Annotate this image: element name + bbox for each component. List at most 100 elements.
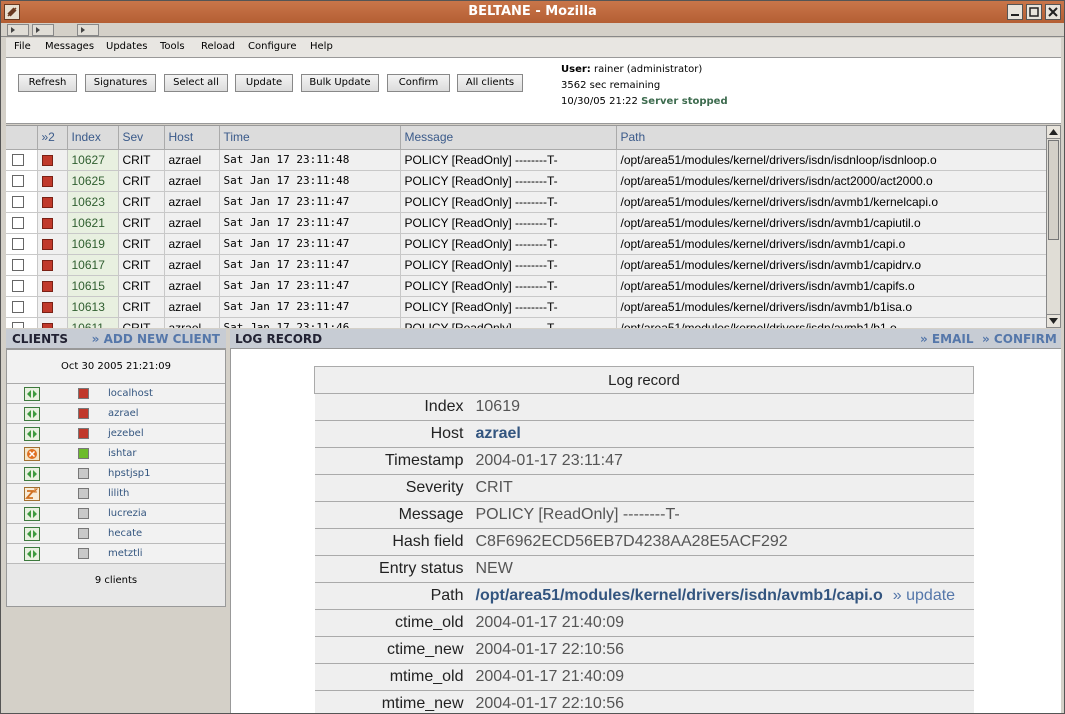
network-icon[interactable] <box>24 527 40 541</box>
table-row[interactable]: 10623 CRIT azrael Sat Jan 17 23:11:47 POLICY… <box>6 191 1046 213</box>
row-index[interactable]: 10615 <box>67 275 119 297</box>
col-host[interactable]: Host <box>164 126 220 150</box>
row-index[interactable]: 10627 <box>67 149 119 171</box>
client-status-indicator <box>78 408 89 419</box>
error-icon[interactable] <box>24 447 40 461</box>
menu-tools[interactable]: Tools <box>160 41 185 52</box>
network-icon[interactable] <box>24 467 40 481</box>
table-scrollbar[interactable] <box>1046 125 1061 328</box>
client-row[interactable]: hpstjsp1 <box>7 464 225 484</box>
confirm-button[interactable]: Confirm <box>387 74 450 92</box>
table-row[interactable]: 10625 CRIT azrael Sat Jan 17 23:11:48 POLICY… <box>6 170 1046 192</box>
signatures-button[interactable]: Signatures <box>85 74 156 92</box>
timestamp-value: 2004-01-17 23:11:47 <box>473 447 974 475</box>
menu-configure[interactable]: Configure <box>248 41 296 52</box>
col-path[interactable]: Path <box>616 126 1046 150</box>
network-icon[interactable] <box>24 427 40 441</box>
client-row[interactable]: azrael <box>7 404 225 424</box>
scroll-up-icon[interactable] <box>1047 126 1060 139</box>
menu-file[interactable]: File <box>14 41 31 52</box>
client-row[interactable]: localhost <box>7 384 225 404</box>
client-name-link[interactable]: lilith <box>108 488 129 499</box>
bulk-update-button[interactable]: Bulk Update <box>301 74 379 92</box>
col-message[interactable]: Message <box>400 126 617 150</box>
ctime-old-value: 2004-01-17 21:40:09 <box>473 609 974 637</box>
table-row[interactable]: 10627 CRIT azrael Sat Jan 17 23:11:48 POLICY… <box>6 149 1046 171</box>
table-row[interactable]: 10617 CRIT azrael Sat Jan 17 23:11:47 POLICY… <box>6 254 1046 276</box>
client-name-link[interactable]: localhost <box>108 388 153 399</box>
tab-arrow-3-icon[interactable] <box>77 24 99 36</box>
client-row[interactable]: hecate <box>7 524 225 544</box>
client-row[interactable]: lilith <box>7 484 225 504</box>
menu-messages[interactable]: Messages <box>45 41 94 52</box>
row-host: azrael <box>164 233 220 255</box>
all-clients-button[interactable]: All clients <box>457 74 523 92</box>
col-time[interactable]: Time <box>219 126 401 150</box>
row-checkbox[interactable] <box>12 301 24 314</box>
row-index[interactable]: 10617 <box>67 254 119 276</box>
email-link[interactable]: » EMAIL <box>920 332 973 346</box>
row-checkbox[interactable] <box>12 238 24 251</box>
client-name-link[interactable]: hpstjsp1 <box>108 468 151 479</box>
minimize-icon[interactable] <box>1007 4 1023 20</box>
severity-indicator-cell <box>37 212 68 234</box>
scroll-thumb[interactable] <box>1048 140 1059 240</box>
confirm-link[interactable]: » CONFIRM <box>982 332 1057 346</box>
row-sev: CRIT <box>118 317 165 328</box>
select-all-button[interactable]: Select all <box>164 74 228 92</box>
browser-window: BELTANE - Mozilla File Messages Updates … <box>0 0 1065 714</box>
row-checkbox[interactable] <box>12 154 24 167</box>
client-name-link[interactable]: jezebel <box>108 428 144 439</box>
add-new-client-link[interactable]: » ADD NEW CLIENT <box>92 332 220 346</box>
record-row-message: Message POLICY [ReadOnly] --------T- <box>314 501 974 529</box>
maximize-icon[interactable] <box>1026 4 1042 20</box>
refresh-button[interactable]: Refresh <box>18 74 77 92</box>
host-link[interactable]: azrael <box>473 420 974 448</box>
client-name-link[interactable]: azrael <box>108 408 139 419</box>
scroll-down-icon[interactable] <box>1047 314 1060 327</box>
table-row[interactable]: 10613 CRIT azrael Sat Jan 17 23:11:47 POLICY… <box>6 296 1046 318</box>
row-host: azrael <box>164 212 220 234</box>
row-index[interactable]: 10623 <box>67 191 119 213</box>
client-name-link[interactable]: lucrezia <box>108 508 147 519</box>
network-icon[interactable] <box>24 387 40 401</box>
row-checkbox[interactable] <box>12 280 24 293</box>
network-icon[interactable] <box>24 507 40 521</box>
update-link[interactable]: » update <box>893 587 955 604</box>
row-index[interactable]: 10613 <box>67 296 119 318</box>
col-index[interactable]: Index <box>67 126 119 150</box>
row-index[interactable]: 10619 <box>67 233 119 255</box>
table-row[interactable]: 10619 CRIT azrael Sat Jan 17 23:11:47 POLICY… <box>6 233 1046 255</box>
row-index[interactable]: 10625 <box>67 170 119 192</box>
client-row[interactable]: metztli <box>7 544 225 564</box>
client-row[interactable]: jezebel <box>7 424 225 444</box>
menu-help[interactable]: Help <box>310 41 333 52</box>
row-checkbox[interactable] <box>12 217 24 230</box>
client-row[interactable]: lucrezia <box>7 504 225 524</box>
row-index[interactable]: 10611 <box>67 317 119 328</box>
row-checkbox[interactable] <box>12 322 24 328</box>
row-checkbox[interactable] <box>12 259 24 272</box>
client-row[interactable]: ishtar <box>7 444 225 464</box>
table-row[interactable]: 10621 CRIT azrael Sat Jan 17 23:11:47 POLICY… <box>6 212 1046 234</box>
client-name-link[interactable]: ishtar <box>108 448 137 459</box>
menu-updates[interactable]: Updates <box>106 41 147 52</box>
row-index[interactable]: 10621 <box>67 212 119 234</box>
row-checkbox[interactable] <box>12 196 24 209</box>
sleep-icon[interactable] <box>24 487 40 501</box>
update-button[interactable]: Update <box>235 74 293 92</box>
table-row[interactable]: 10611 CRIT azrael Sat Jan 17 23:11:46 POLICY… <box>6 317 1046 328</box>
col-sev[interactable]: Sev <box>118 126 165 150</box>
network-icon[interactable] <box>24 547 40 561</box>
close-icon[interactable] <box>1045 4 1061 20</box>
menu-reload[interactable]: Reload <box>201 41 235 52</box>
row-checkbox[interactable] <box>12 175 24 188</box>
path-link[interactable]: /opt/area51/modules/kernel/drivers/isdn/… <box>476 587 883 604</box>
client-name-link[interactable]: metztli <box>108 548 143 559</box>
table-row[interactable]: 10615 CRIT azrael Sat Jan 17 23:11:47 POLICY… <box>6 275 1046 297</box>
client-name-link[interactable]: hecate <box>108 528 142 539</box>
tab-arrow-2-icon[interactable] <box>32 24 54 36</box>
network-icon[interactable] <box>24 407 40 421</box>
tab-arrow-1-icon[interactable] <box>7 24 29 36</box>
col-page[interactable]: »2 <box>37 126 68 150</box>
